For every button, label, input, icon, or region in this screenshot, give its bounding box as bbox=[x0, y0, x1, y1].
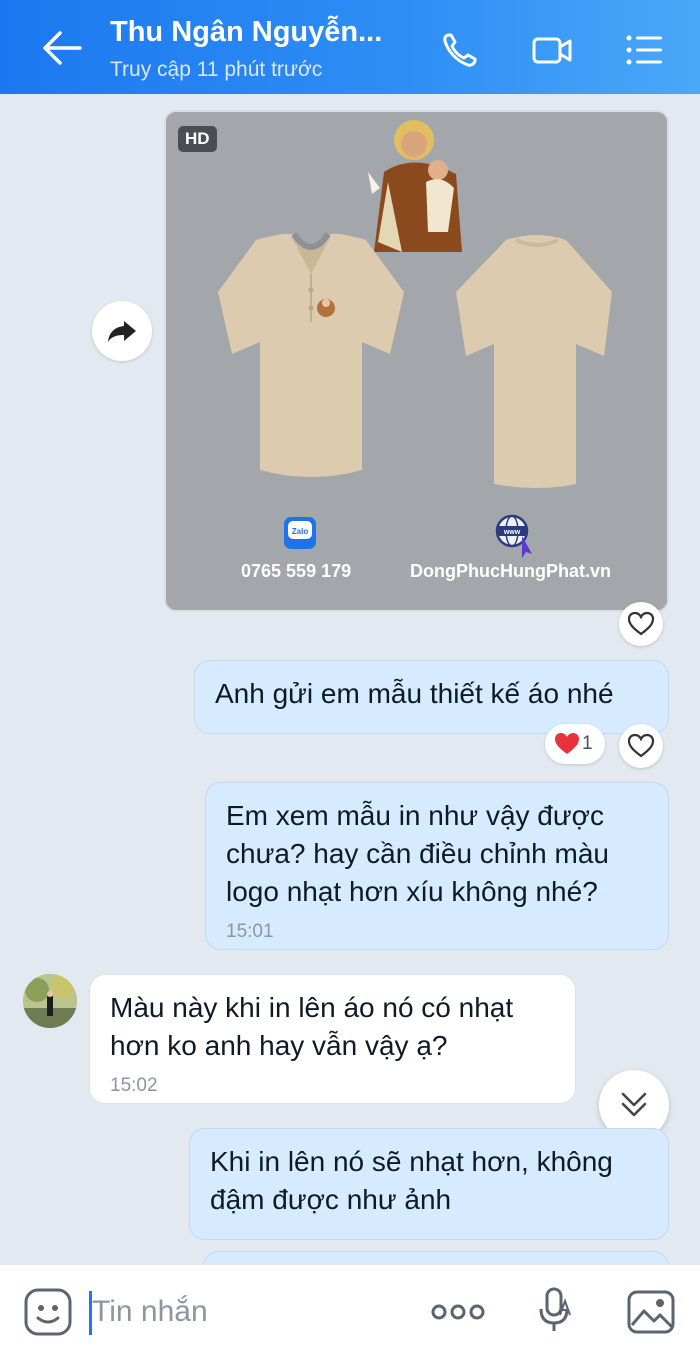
message-bubble-partial[interactable] bbox=[203, 1251, 669, 1264]
message-time: 15:02 bbox=[110, 1075, 158, 1096]
message-bubble[interactable]: Khi in lên nó sẽ nhạt hơn, không đậm đượ… bbox=[189, 1128, 669, 1240]
react-heart-button[interactable] bbox=[619, 602, 663, 646]
react-heart-button[interactable] bbox=[619, 724, 663, 768]
contact-photo bbox=[23, 974, 77, 1028]
more-options-icon[interactable] bbox=[430, 1287, 486, 1337]
share-button[interactable] bbox=[92, 301, 152, 361]
svg-text:Zalo: Zalo bbox=[292, 527, 309, 536]
image-message[interactable]: HD Zalo www 0765 559 179 DongPhucHungPha… bbox=[164, 110, 669, 612]
message-text: Anh gửi em mẫu thiết kế áo nhé bbox=[215, 678, 614, 709]
message-list[interactable]: HD Zalo www 0765 559 179 DongPhucHungPha… bbox=[0, 94, 700, 1264]
message-input[interactable] bbox=[92, 1290, 392, 1334]
contact-name[interactable]: Thu Ngân Nguyễn... bbox=[110, 16, 382, 49]
message-bubble[interactable]: Anh gửi em mẫu thiết kế áo nhé bbox=[194, 660, 669, 734]
chat-header: Thu Ngân Nguyễn... Truy cập 11 phút trướ… bbox=[0, 0, 700, 94]
message-time: 15:01 bbox=[226, 921, 274, 942]
last-seen-status: Truy cập 11 phút trước bbox=[110, 58, 323, 81]
message-bubble[interactable]: Màu này khi in lên áo nó có nhạt hơn ko … bbox=[89, 974, 576, 1104]
back-arrow-icon[interactable] bbox=[40, 28, 84, 68]
shop-website: DongPhucHungPhat.vn bbox=[410, 561, 611, 581]
svg-text:www: www bbox=[503, 529, 521, 536]
image-gallery-icon[interactable] bbox=[626, 1287, 676, 1337]
heart-outline-icon bbox=[627, 733, 655, 758]
emoji-sticker-icon[interactable] bbox=[23, 1287, 73, 1337]
heart-outline-icon bbox=[627, 611, 655, 636]
menu-list-icon[interactable] bbox=[625, 30, 665, 70]
reaction-count-badge[interactable]: 1 bbox=[545, 724, 605, 764]
message-bubble[interactable]: Em xem mẫu in như vậy được chưa? hay cần… bbox=[205, 782, 669, 950]
avatar[interactable] bbox=[23, 974, 77, 1028]
voice-microphone-icon[interactable] bbox=[530, 1285, 580, 1335]
video-call-icon[interactable] bbox=[532, 30, 572, 70]
message-text: Khi in lên nó sẽ nhạt hơn, không đậm đượ… bbox=[210, 1146, 613, 1215]
red-heart-icon bbox=[555, 733, 579, 754]
shop-phone: 0765 559 179 bbox=[241, 561, 352, 581]
message-text: Màu này khi in lên áo nó có nhạt hơn ko … bbox=[110, 992, 514, 1061]
shirt-design-image: Zalo www bbox=[218, 120, 612, 558]
phone-icon[interactable] bbox=[440, 30, 480, 70]
message-text: Em xem mẫu in như vậy được chưa? hay cần… bbox=[226, 800, 609, 907]
reaction-count: 1 bbox=[582, 733, 593, 754]
forward-arrow-icon bbox=[108, 321, 136, 342]
